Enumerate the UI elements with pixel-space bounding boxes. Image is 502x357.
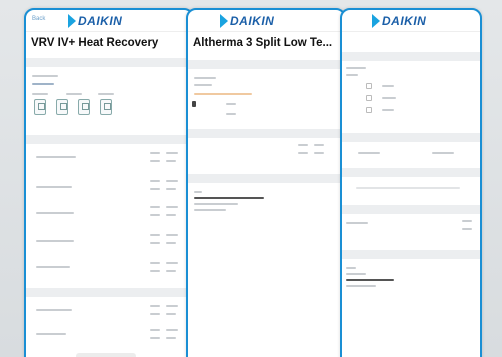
phone-screen-altherma: DAIKIN Altherma 3 Split Low Te... <box>186 8 346 357</box>
section-header-4 <box>342 205 480 214</box>
outdoor-units-panel <box>26 67 192 129</box>
logo-triangle-icon <box>220 14 228 28</box>
docs-panel <box>342 259 480 339</box>
unit-selector-row[interactable] <box>342 177 480 199</box>
section-header-design-tips <box>26 288 192 297</box>
section-header-3 <box>342 168 480 177</box>
section-header-2 <box>342 133 480 142</box>
logo-text: DAIKIN <box>230 14 275 28</box>
section-header-3 <box>188 174 344 183</box>
page-title: VRV IV+ Heat Recovery <box>31 37 159 49</box>
section-header-5 <box>342 250 480 259</box>
logo-triangle-icon <box>68 14 76 28</box>
option-checkbox-1[interactable] <box>366 83 372 89</box>
segmented-control[interactable] <box>342 142 480 164</box>
section-header-1 <box>188 60 344 69</box>
logo-text: DAIKIN <box>382 14 427 28</box>
unit-info-panel <box>188 69 344 123</box>
section-header-2 <box>188 129 344 138</box>
option-checkbox-2[interactable] <box>366 95 372 101</box>
nav-bar: DAIKIN <box>188 10 344 32</box>
design-tips-list <box>26 297 192 357</box>
unit-image-2[interactable] <box>56 99 68 115</box>
unit-image-4[interactable] <box>100 99 112 115</box>
bottom-action-button[interactable] <box>76 353 136 357</box>
section-header-key-features <box>26 135 192 144</box>
nav-bar: Back DAIKIN <box>26 10 192 32</box>
section-header-1 <box>342 52 480 61</box>
page-title: Altherma 3 Split Low Te... <box>193 37 333 49</box>
logo-text: DAIKIN <box>78 14 123 28</box>
unit-image-3[interactable] <box>78 99 90 115</box>
key-features-list <box>26 144 192 284</box>
back-button[interactable]: Back <box>32 16 45 22</box>
nav-bar: DAIKIN <box>342 10 480 32</box>
specs-panel <box>188 138 344 162</box>
phone-screen-vrv: Back DAIKIN VRV IV+ Heat Recovery <box>24 8 194 357</box>
docs-panel <box>188 183 344 303</box>
specs-panel <box>342 214 480 240</box>
daikin-logo: DAIKIN <box>68 13 122 29</box>
section-header-outdoor-units <box>26 58 192 67</box>
unit-image-1[interactable] <box>34 99 46 115</box>
daikin-logo: DAIKIN <box>372 13 426 29</box>
screenshot-stage: Back DAIKIN VRV IV+ Heat Recovery DAIKIN… <box>0 0 502 357</box>
options-panel <box>342 61 480 121</box>
daikin-logo: DAIKIN <box>220 13 274 29</box>
option-checkbox-3[interactable] <box>366 107 372 113</box>
logo-triangle-icon <box>372 14 380 28</box>
phone-screen-details: DAIKIN <box>340 8 482 357</box>
